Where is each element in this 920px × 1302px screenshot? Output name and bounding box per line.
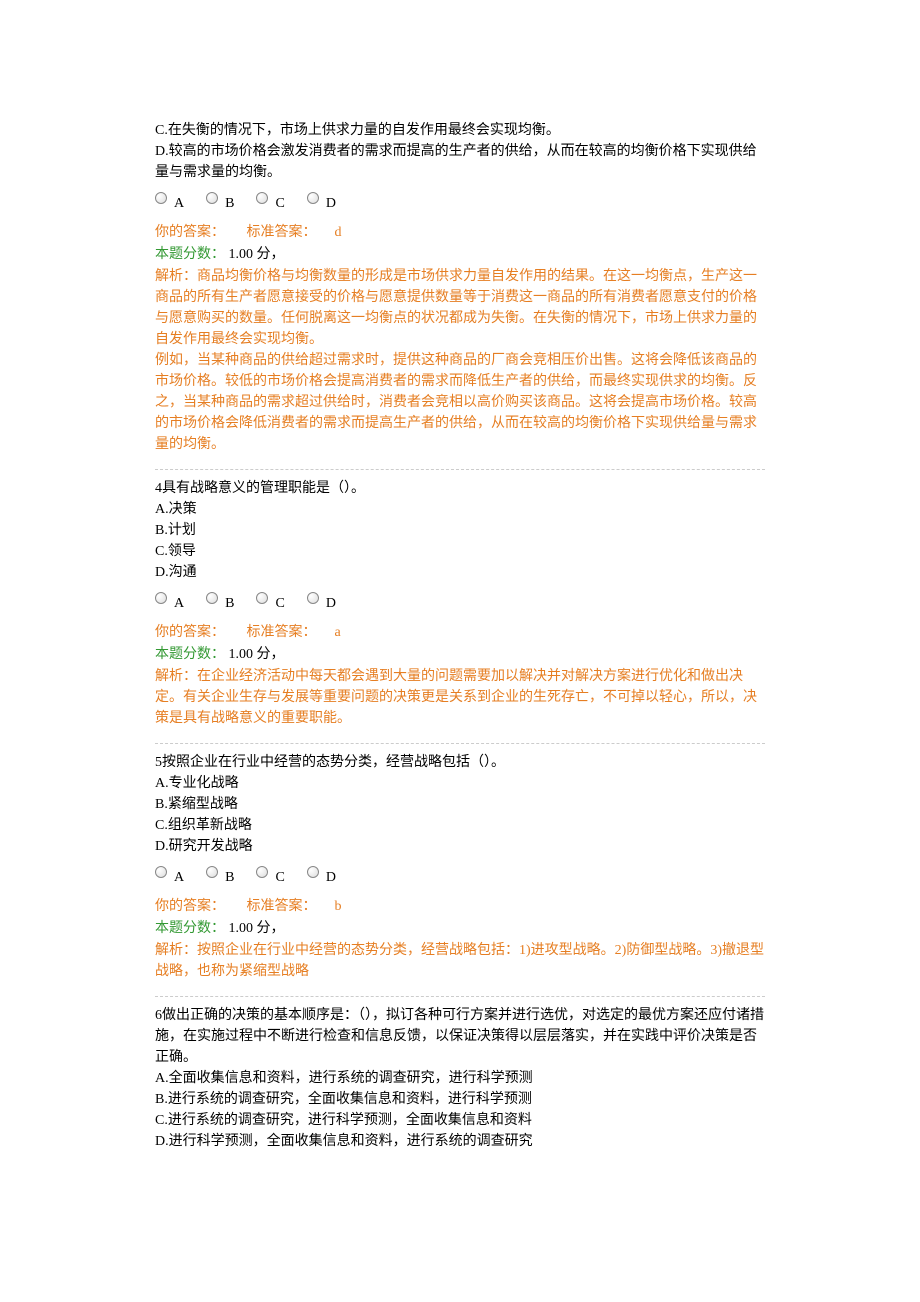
separator xyxy=(155,469,765,470)
radio-label-c: C xyxy=(275,867,284,888)
question-stem: 5按照企业在行业中经营的态势分类，经营战略包括（）。 xyxy=(155,752,765,773)
radio-c[interactable] xyxy=(256,592,268,604)
radio-label-b: B xyxy=(225,593,234,614)
question-3-partial: C.在失衡的情况下，市场上供求力量的自发作用最终会实现均衡。 D.较高的市场价格… xyxy=(155,120,765,455)
question-4: 4具有战略意义的管理职能是（）。 A.决策 B.计划 C.领导 D.沟通 A B… xyxy=(155,478,765,729)
radio-label-a: A xyxy=(174,193,184,214)
std-answer: b xyxy=(335,899,342,914)
radio-d[interactable] xyxy=(307,192,319,204)
your-answer-label: 你的答案： xyxy=(155,899,225,914)
radio-label-d: D xyxy=(326,867,336,888)
analysis-label: 解析： xyxy=(155,669,197,684)
question-stem-text: 做出正确的决策的基本顺序是：（），拟订各种可行方案并进行选优，对选定的最优方案还… xyxy=(155,1008,764,1065)
question-number: 5 xyxy=(155,755,162,770)
option-b: B.进行系统的调查研究，全面收集信息和资料，进行科学预测 xyxy=(155,1089,765,1110)
radio-label-b: B xyxy=(225,193,234,214)
question-5: 5按照企业在行业中经营的态势分类，经营战略包括（）。 A.专业化战略 B.紧缩型… xyxy=(155,752,765,982)
radio-a[interactable] xyxy=(155,192,167,204)
option-c: C.组织革新战略 xyxy=(155,815,765,836)
option-b: B.紧缩型战略 xyxy=(155,794,765,815)
score-value: 1.00 分， xyxy=(229,647,285,662)
analysis: 解析：商品均衡价格与均衡数量的形成是市场供求力量自发作用的结果。在这一均衡点，生… xyxy=(155,266,765,350)
radio-b[interactable] xyxy=(206,592,218,604)
analysis: 解析：在企业经济活动中每天都会遇到大量的问题需要加以解决并对解决方案进行优化和做… xyxy=(155,666,765,729)
question-stem: 4具有战略意义的管理职能是（）。 xyxy=(155,478,765,499)
score-label: 本题分数： xyxy=(155,247,225,262)
radio-a[interactable] xyxy=(155,592,167,604)
radio-choices: A B C D xyxy=(155,187,765,208)
question-stem-text: 按照企业在行业中经营的态势分类，经营战略包括（）。 xyxy=(162,755,505,770)
score-value: 1.00 分， xyxy=(229,921,285,936)
option-a: A.专业化战略 xyxy=(155,773,765,794)
question-number: 4 xyxy=(155,481,162,496)
separator xyxy=(155,996,765,997)
radio-label-b: B xyxy=(225,867,234,888)
analysis-label: 解析： xyxy=(155,269,197,284)
score-label: 本题分数： xyxy=(155,921,225,936)
option-d: D.进行科学预测，全面收集信息和资料，进行系统的调查研究 xyxy=(155,1131,765,1152)
radio-label-d: D xyxy=(326,593,336,614)
std-answer-label: 标准答案： xyxy=(247,625,317,640)
radio-choices: A B C D xyxy=(155,861,765,882)
option-c: C.领导 xyxy=(155,541,765,562)
analysis-label: 解析： xyxy=(155,943,197,958)
option-a: A.决策 xyxy=(155,499,765,520)
score-value: 1.00 分， xyxy=(229,247,285,262)
radio-label-c: C xyxy=(275,193,284,214)
option-a: A.全面收集信息和资料，进行系统的调查研究，进行科学预测 xyxy=(155,1068,765,1089)
radio-choices: A B C D xyxy=(155,587,765,608)
analysis-text2: 例如，当某种商品的供给超过需求时，提供这种商品的厂商会竞相压价出售。这将会降低该… xyxy=(155,350,765,455)
question-stem-text: 具有战略意义的管理职能是（）。 xyxy=(162,481,365,496)
your-answer-label: 你的答案： xyxy=(155,625,225,640)
std-answer: a xyxy=(335,625,341,640)
analysis-text: 在企业经济活动中每天都会遇到大量的问题需要加以解决并对解决方案进行优化和做出决定… xyxy=(155,669,757,726)
analysis-text1: 商品均衡价格与均衡数量的形成是市场供求力量自发作用的结果。在这一均衡点，生产这一… xyxy=(155,269,757,347)
radio-b[interactable] xyxy=(206,192,218,204)
answer-line: 你的答案： 标准答案： d xyxy=(155,222,765,243)
answer-line: 你的答案： 标准答案： b xyxy=(155,896,765,917)
radio-b[interactable] xyxy=(206,866,218,878)
radio-d[interactable] xyxy=(307,592,319,604)
std-answer: d xyxy=(335,225,342,240)
question-6: 6做出正确的决策的基本顺序是：（），拟订各种可行方案并进行选优，对选定的最优方案… xyxy=(155,1005,765,1152)
analysis-text: 按照企业在行业中经营的态势分类，经营战略包括：1)进攻型战略。2)防御型战略。3… xyxy=(155,943,764,979)
radio-label-a: A xyxy=(174,593,184,614)
score-label: 本题分数： xyxy=(155,647,225,662)
radio-a[interactable] xyxy=(155,866,167,878)
question-stem: 6做出正确的决策的基本顺序是：（），拟订各种可行方案并进行选优，对选定的最优方案… xyxy=(155,1005,765,1068)
option-c: C.在失衡的情况下，市场上供求力量的自发作用最终会实现均衡。 xyxy=(155,120,765,141)
radio-label-a: A xyxy=(174,867,184,888)
score-line: 本题分数： 1.00 分， xyxy=(155,644,765,665)
option-b: B.计划 xyxy=(155,520,765,541)
option-d: D.研究开发战略 xyxy=(155,836,765,857)
your-answer-label: 你的答案： xyxy=(155,225,225,240)
analysis: 解析：按照企业在行业中经营的态势分类，经营战略包括：1)进攻型战略。2)防御型战… xyxy=(155,940,765,982)
option-d: D.沟通 xyxy=(155,562,765,583)
answer-line: 你的答案： 标准答案： a xyxy=(155,622,765,643)
option-d: D.较高的市场价格会激发消费者的需求而提高的生产者的供给，从而在较高的均衡价格下… xyxy=(155,141,765,183)
question-number: 6 xyxy=(155,1008,162,1023)
score-line: 本题分数： 1.00 分， xyxy=(155,918,765,939)
radio-label-c: C xyxy=(275,593,284,614)
radio-c[interactable] xyxy=(256,866,268,878)
radio-c[interactable] xyxy=(256,192,268,204)
radio-label-d: D xyxy=(326,193,336,214)
radio-d[interactable] xyxy=(307,866,319,878)
option-c: C.进行系统的调查研究，进行科学预测，全面收集信息和资料 xyxy=(155,1110,765,1131)
std-answer-label: 标准答案： xyxy=(247,225,317,240)
std-answer-label: 标准答案： xyxy=(247,899,317,914)
separator xyxy=(155,743,765,744)
score-line: 本题分数： 1.00 分， xyxy=(155,244,765,265)
